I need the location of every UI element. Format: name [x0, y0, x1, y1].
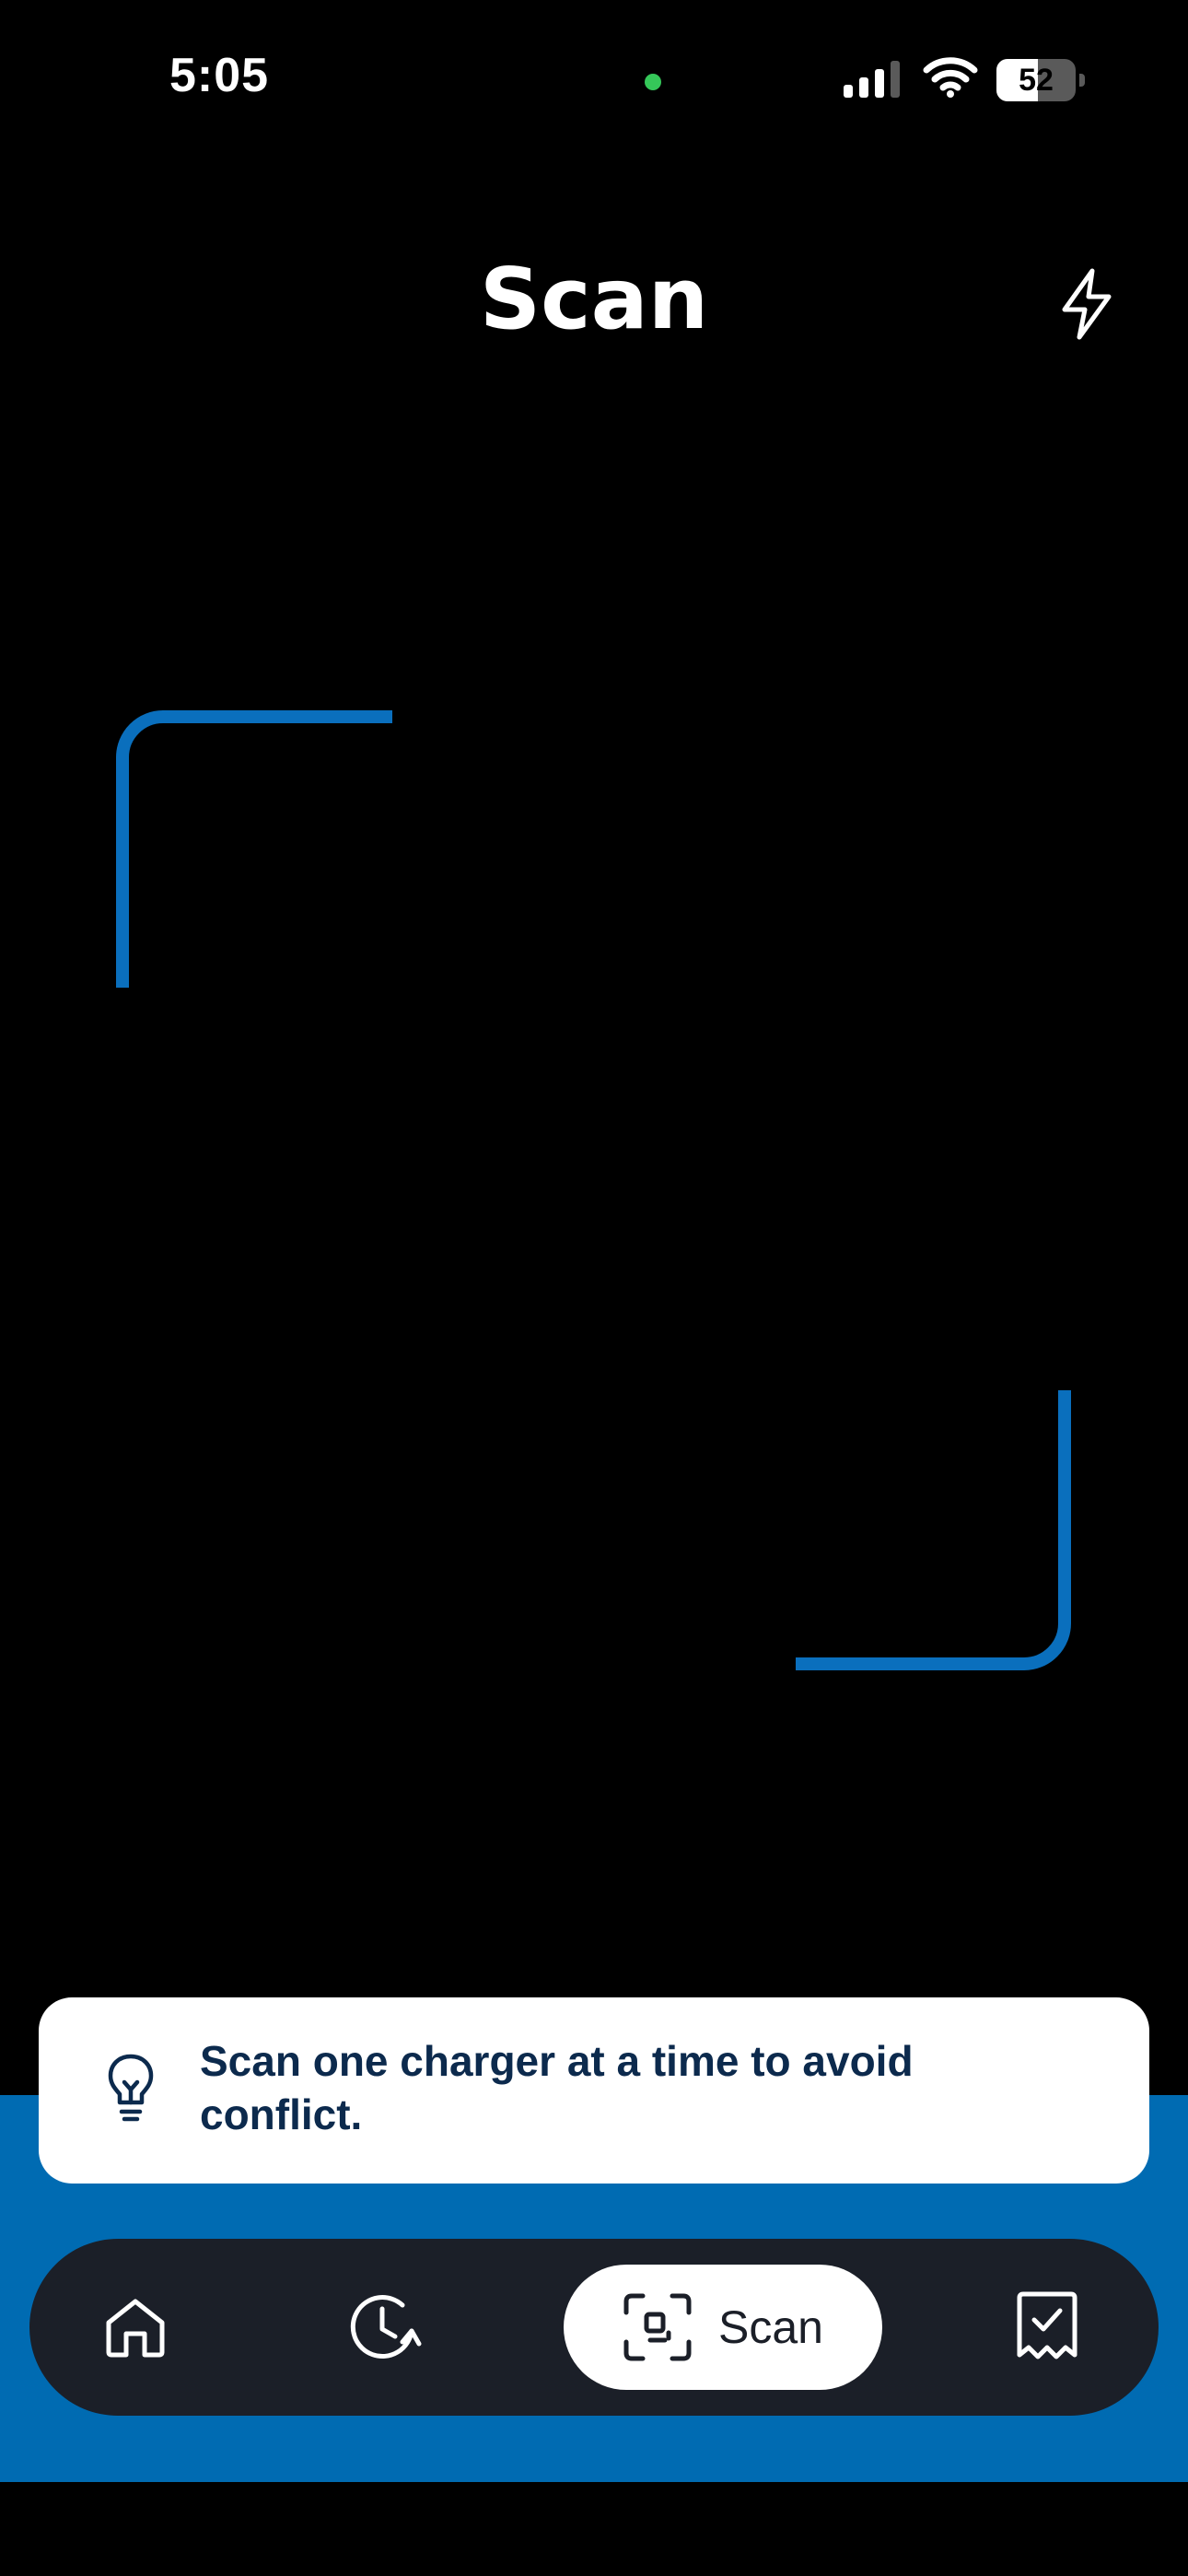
cellular-signal-icon — [844, 61, 900, 98]
tip-card: Scan one charger at a time to avoid conf… — [39, 1997, 1149, 2184]
home-icon — [106, 2299, 165, 2358]
bottom-navigation-bar: Scan — [29, 2239, 1159, 2416]
home-indicator-area — [0, 2482, 1188, 2576]
wifi-icon — [923, 57, 978, 98]
nav-scan-button[interactable]: Scan — [564, 2265, 882, 2390]
page-title: Scan — [479, 250, 709, 348]
scan-frame-icon — [623, 2293, 692, 2361]
battery-level-text: 52 — [1019, 63, 1054, 98]
battery-indicator: 52 — [996, 59, 1085, 101]
battery-tip — [1079, 74, 1085, 87]
viewfinder-corner-bottom-right — [796, 1390, 1071, 1670]
nav-home-button[interactable] — [66, 2239, 204, 2416]
nav-history-button[interactable] — [315, 2239, 453, 2416]
nav-scan-label: Scan — [718, 2301, 823, 2353]
battery-body: 52 — [996, 59, 1076, 101]
viewfinder-corner-top-left — [116, 710, 392, 988]
history-clock-icon — [350, 2295, 422, 2359]
tip-message: Scan one charger at a time to avoid conf… — [200, 2037, 914, 2138]
camera-in-use-indicator — [645, 74, 661, 90]
nav-receipts-button[interactable] — [978, 2239, 1116, 2416]
receipt-check-icon — [1017, 2291, 1077, 2359]
flash-toggle-icon[interactable] — [1050, 265, 1124, 343]
status-bar: 5:05 52 — [0, 0, 1188, 166]
status-time: 5:05 — [169, 49, 270, 102]
